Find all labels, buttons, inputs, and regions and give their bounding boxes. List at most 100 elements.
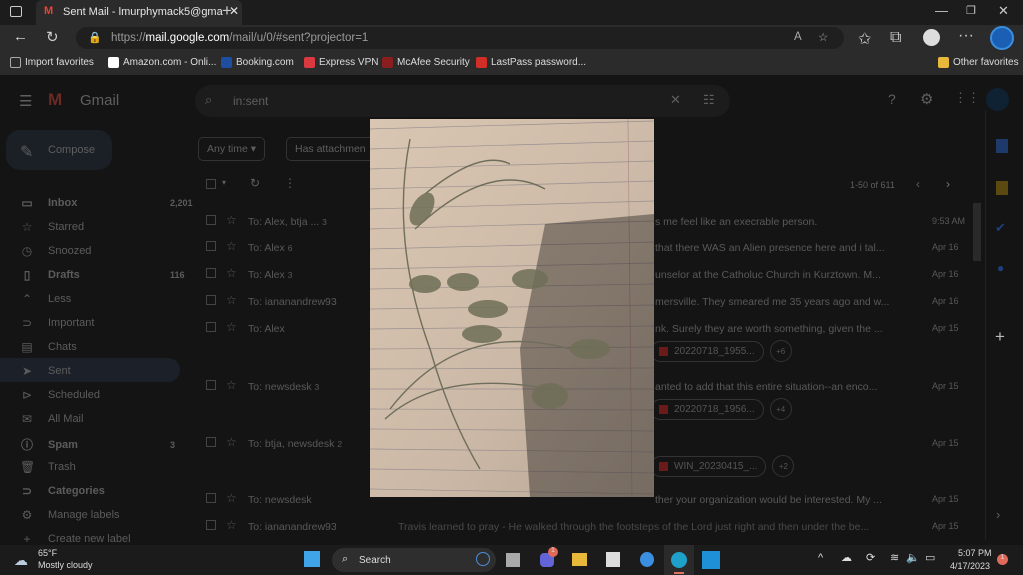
row-checkbox[interactable]	[206, 520, 216, 530]
star-icon[interactable]: ☆	[226, 293, 237, 307]
show-hidden-icons[interactable]: ^	[818, 552, 823, 564]
clock-time[interactable]: 5:07 PM	[958, 548, 992, 558]
get-addons-icon[interactable]: +	[995, 327, 1005, 347]
back-button[interactable]: ←	[13, 28, 28, 45]
row-checkbox[interactable]	[206, 493, 216, 503]
scrollbar[interactable]	[973, 203, 981, 261]
star-icon[interactable]: ☆	[226, 266, 237, 280]
bookmark-expressvpn[interactable]: Express VPN	[304, 57, 378, 68]
sidebar-item-categories[interactable]: ⊃ Categories	[20, 484, 105, 498]
more-attachments[interactable]: +2	[772, 455, 795, 477]
bookmark-other-favorites[interactable]: Other favorites	[938, 57, 1019, 68]
tips-icon[interactable]	[640, 552, 654, 567]
sync-icon[interactable]: ⟳	[866, 551, 875, 564]
sidebar-item-chats[interactable]: ▤ Chats	[20, 340, 76, 354]
refresh-button[interactable]: ↻	[46, 28, 59, 46]
read-aloud-icon[interactable]: A	[794, 31, 802, 43]
search-input[interactable]: in:sent	[233, 94, 268, 108]
main-menu-icon[interactable]: ☰	[19, 92, 32, 110]
attachment-chip[interactable]: 20220718_1955...	[650, 340, 764, 362]
clock-date[interactable]: 4/17/2023	[950, 561, 990, 571]
help-icon[interactable]: ?	[888, 91, 896, 107]
edge-taskbar-button[interactable]	[664, 545, 694, 575]
sidebar-item-spam[interactable]: ⓘ Spam 3	[20, 436, 175, 453]
minimize-button[interactable]: —	[935, 3, 948, 18]
select-all-checkbox[interactable]	[206, 179, 216, 189]
bookmark-amazon[interactable]: Amazon.com - Onli...	[108, 57, 216, 68]
sidebar-item-sent[interactable]: ➤ Sent	[20, 364, 71, 378]
new-tab-button[interactable]: +	[222, 1, 232, 21]
sidebar-item-starred[interactable]: ☆ Starred	[20, 220, 84, 234]
task-view-icon[interactable]	[506, 553, 520, 567]
settings-icon[interactable]: ⚙	[920, 90, 933, 108]
attachment-chip[interactable]: WIN_20230415_...	[650, 455, 767, 477]
volume-icon[interactable]: 🔈	[906, 551, 920, 564]
photo-viewer-image[interactable]	[370, 119, 654, 497]
compose-button[interactable]: ✎ Compose	[6, 130, 112, 170]
tab-sent-mail[interactable]: M Sent Mail - lmurphymack5@gma ✕	[36, 0, 242, 25]
more-actions-icon[interactable]: ⋮	[284, 176, 296, 190]
sidebar-item-important[interactable]: ⊃ Important	[20, 316, 95, 330]
clear-search-icon[interactable]: ✕	[670, 92, 681, 108]
battery-icon[interactable]: ▭	[925, 551, 935, 564]
url-field[interactable]: 🔒 https://mail.google.com/mail/u/0/#sent…	[76, 27, 844, 49]
sidebar-item-all-mail[interactable]: ✉ All Mail	[20, 412, 83, 426]
search-bar[interactable]: ⌕ in:sent ✕ ☷	[195, 85, 730, 117]
weather-condition[interactable]: Mostly cloudy	[38, 560, 93, 570]
star-icon[interactable]: ☆	[226, 213, 237, 227]
prev-page-icon[interactable]: ‹	[916, 177, 920, 191]
more-menu-icon[interactable]: ···	[958, 27, 974, 45]
sidebar-item-create-new-label[interactable]: + Create new label	[20, 532, 130, 546]
tab-actions-icon[interactable]	[10, 6, 22, 17]
file-explorer-icon[interactable]	[572, 553, 587, 566]
select-dropdown-icon[interactable]: ▾	[222, 178, 226, 187]
more-attachments[interactable]: +6	[769, 340, 792, 362]
favorites-icon[interactable]: ✩	[858, 29, 871, 49]
profile-avatar[interactable]	[923, 29, 940, 46]
more-attachments[interactable]: +4	[769, 398, 792, 420]
sidebar-item-less[interactable]: ⌃ Less	[20, 292, 71, 306]
bookmark-import-favorites[interactable]: Import favorites	[10, 57, 94, 68]
filter-any-time[interactable]: Any time ▾	[198, 137, 266, 161]
notification-badge[interactable]: 1	[997, 554, 1008, 565]
weather-temp[interactable]: 65°F	[38, 548, 57, 558]
wifi-icon[interactable]: ≋	[890, 551, 899, 564]
keep-icon[interactable]	[996, 181, 1008, 195]
row-checkbox[interactable]	[206, 295, 216, 305]
sidebar-item-scheduled[interactable]: ⊳ Scheduled	[20, 388, 100, 402]
bookmark-lastpass[interactable]: LastPass password...	[476, 57, 586, 68]
search-options-icon[interactable]: ☷	[703, 92, 715, 108]
microsoft-store-icon[interactable]	[606, 552, 620, 567]
row-checkbox[interactable]	[206, 215, 216, 225]
start-button[interactable]	[304, 551, 320, 567]
next-page-icon[interactable]: ›	[946, 177, 950, 191]
bing-icon[interactable]	[990, 26, 1014, 50]
restore-button[interactable]: ❐	[966, 4, 976, 17]
star-icon[interactable]: ☆	[226, 320, 237, 334]
close-window-button[interactable]: ✕	[998, 3, 1009, 19]
tasks-icon[interactable]: ✔	[995, 220, 1006, 236]
add-favorite-icon[interactable]: ☆	[818, 30, 828, 44]
sidebar-item-manage-labels[interactable]: ⚙ Manage labels	[20, 508, 120, 522]
bookmark-booking[interactable]: Booking.com	[221, 57, 294, 68]
calendar-icon[interactable]	[996, 139, 1008, 153]
row-checkbox[interactable]	[206, 241, 216, 251]
mywebex-icon[interactable]	[702, 551, 720, 569]
expand-side-panel-icon[interactable]: ›	[996, 507, 1000, 522]
star-icon[interactable]: ☆	[226, 518, 237, 532]
row-checkbox[interactable]	[206, 322, 216, 332]
star-icon[interactable]: ☆	[226, 435, 237, 449]
onedrive-icon[interactable]: ☁	[841, 551, 852, 564]
contacts-icon[interactable]: ●	[997, 261, 1004, 275]
row-checkbox[interactable]	[206, 268, 216, 278]
star-icon[interactable]: ☆	[226, 239, 237, 253]
sidebar-item-drafts[interactable]: ▯ Drafts 116	[20, 268, 185, 282]
refresh-icon[interactable]: ↻	[250, 176, 260, 190]
bookmark-mcafee[interactable]: McAfee Security	[382, 57, 470, 68]
attachment-chip[interactable]: 20220718_1956...	[650, 398, 764, 420]
sidebar-item-snoozed[interactable]: ◷ Snoozed	[20, 244, 92, 258]
collections-icon[interactable]: ⧉	[890, 29, 901, 47]
taskbar-search[interactable]: ⌕ Search	[332, 548, 496, 572]
apps-grid-icon[interactable]: ⋮⋮	[954, 90, 980, 106]
star-icon[interactable]: ☆	[226, 378, 237, 392]
